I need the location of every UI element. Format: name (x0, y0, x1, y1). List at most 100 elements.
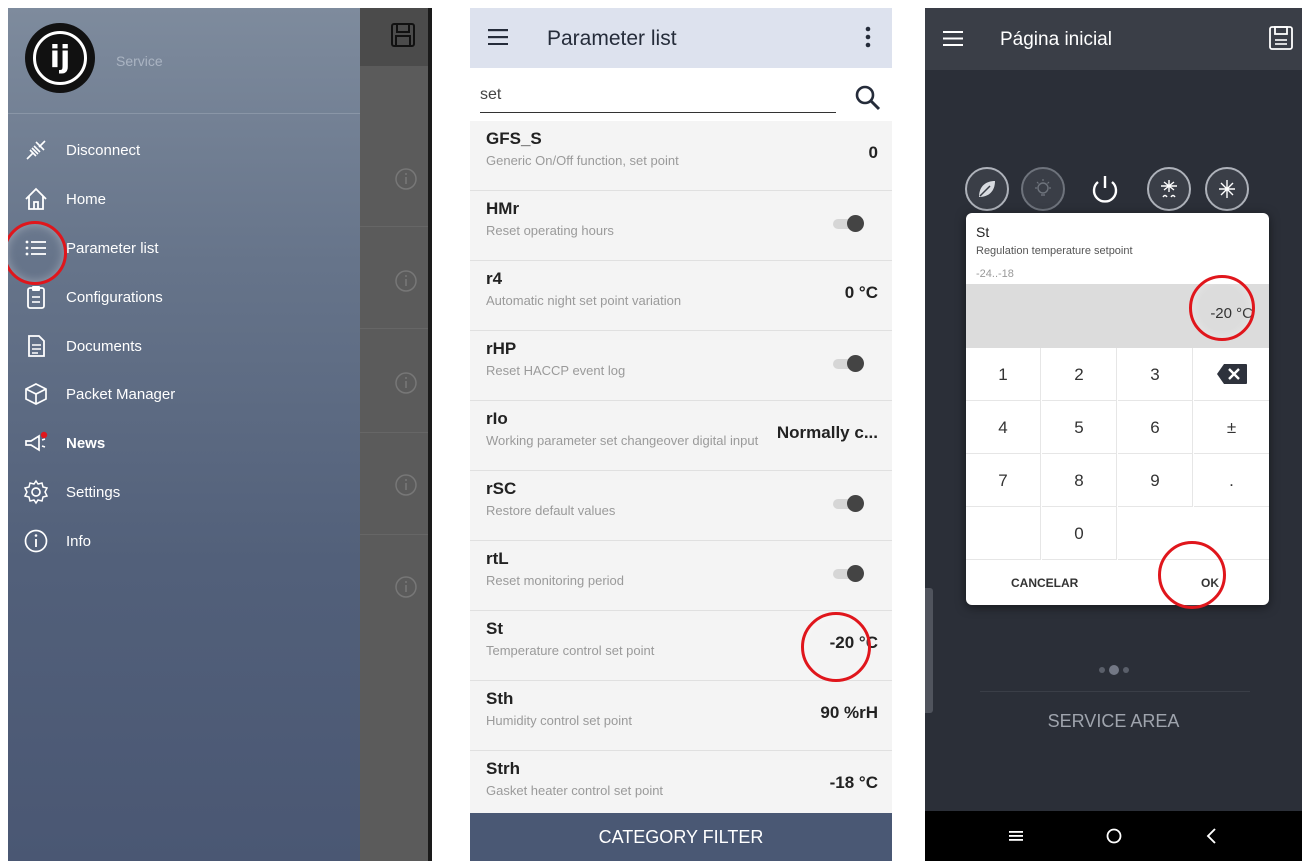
parameter-row-gfs-s[interactable]: GFS_S Generic On/Off function, set point… (470, 121, 892, 191)
search-field[interactable] (480, 86, 836, 113)
page-title: Página inicial (1000, 29, 1112, 50)
menu-item-news[interactable]: News (8, 424, 360, 464)
info-icon (395, 270, 417, 292)
parameter-code: GFS_S (486, 129, 542, 148)
document-icon (28, 335, 45, 357)
parameter-description: Reset monitoring period (486, 573, 625, 588)
parameter-description: Generic On/Off function, set point (486, 153, 679, 168)
numeric-keypad: 1 2 3 4 5 6 ± 7 8 9 . 0 (966, 348, 1269, 560)
menu-item-label: Home (66, 191, 107, 208)
menu-item-disconnect[interactable]: Disconnect (8, 131, 360, 171)
menu-item-packet-manager[interactable]: Packet Manager (8, 375, 360, 415)
back-icon[interactable] (1199, 823, 1225, 849)
page-dot-active (1109, 665, 1119, 675)
key-5[interactable]: 5 (1042, 401, 1117, 454)
hamburger-menu-icon[interactable] (488, 29, 508, 45)
parameter-row-rio[interactable]: rIo Working parameter set changeover dig… (470, 401, 892, 471)
home-nav-icon[interactable] (1101, 823, 1127, 849)
menu-item-label: Parameter list (66, 240, 159, 257)
key-8[interactable]: 8 (1042, 454, 1117, 507)
parameter-description: Working parameter set changeover digital… (486, 433, 759, 448)
category-filter-button[interactable]: CATEGORY FILTER (470, 813, 892, 861)
menu-item-documents[interactable]: Documents (8, 327, 360, 367)
menu-item-configurations[interactable]: Configurations (8, 278, 360, 318)
navigation-drawer-screen: ij Service Disconnect Home Parameter lis… (8, 8, 432, 861)
cancel-button[interactable]: CANCELAR (1011, 576, 1078, 590)
parameter-code: rSC (486, 479, 517, 498)
info-icon (395, 474, 417, 496)
parameter-code: Strh (486, 759, 520, 778)
toggle-switch[interactable] (830, 565, 864, 583)
parameter-row-strh[interactable]: Strh Gasket heater control set point -18… (470, 751, 892, 821)
service-area-button[interactable]: SERVICE AREA (925, 711, 1302, 732)
page-dot (1123, 667, 1129, 673)
brand-logo: ij (25, 23, 95, 93)
save-icon[interactable] (1268, 25, 1294, 51)
parameter-row-rsc[interactable]: rSC Restore default values (470, 471, 892, 541)
search-input[interactable] (480, 86, 836, 104)
highlight-circle (801, 612, 871, 682)
highlight-circle (1158, 541, 1226, 609)
toggle-switch[interactable] (830, 355, 864, 373)
key-9[interactable]: 9 (1118, 454, 1193, 507)
key-decimal[interactable]: . (1194, 454, 1269, 507)
key-7[interactable]: 7 (966, 454, 1041, 507)
lightbulb-icon[interactable] (1021, 167, 1065, 211)
navigation-drawer: ij Service Disconnect Home Parameter lis… (8, 8, 360, 861)
key-3[interactable]: 3 (1118, 348, 1193, 401)
key-plus-minus[interactable]: ± (1194, 401, 1269, 454)
power-icon[interactable] (1081, 165, 1129, 213)
key-4[interactable]: 4 (966, 401, 1041, 454)
dialog-parameter-description: Regulation temperature setpoint (976, 245, 1133, 257)
parameter-row-sth[interactable]: Sth Humidity control set point 90 %rH (470, 681, 892, 751)
gear-icon (23, 479, 49, 505)
parameter-list-screen: Parameter list GFS_S Generic On/Off func… (470, 8, 892, 861)
dialog-parameter-name: St (976, 224, 990, 240)
app-bar: Parameter list (470, 8, 892, 68)
parameter-code: rIo (486, 409, 508, 428)
toggle-switch[interactable] (830, 215, 864, 233)
save-icon[interactable] (390, 22, 416, 48)
key-6[interactable]: 6 (1118, 401, 1193, 454)
parameter-code: rtL (486, 549, 509, 568)
snowflake-icon[interactable] (1205, 167, 1249, 211)
category-filter-label: CATEGORY FILTER (598, 827, 764, 847)
key-2[interactable]: 2 (1042, 348, 1117, 401)
more-options-icon[interactable] (865, 26, 871, 48)
menu-item-info[interactable]: Info (8, 522, 360, 562)
panel-divider (428, 8, 432, 861)
parameter-value: Normally c... (776, 423, 878, 442)
parameter-value: 0 °C (844, 283, 878, 302)
side-handle[interactable] (925, 588, 933, 713)
parameter-value: -18 °C (829, 773, 878, 792)
defrost-icon[interactable] (1147, 167, 1191, 211)
menu-item-settings[interactable]: Settings (8, 473, 360, 513)
search-icon[interactable] (854, 84, 882, 112)
leaf-icon[interactable] (965, 167, 1009, 211)
divider (980, 691, 1250, 692)
backspace-key[interactable] (1194, 348, 1269, 401)
parameter-row-hmr[interactable]: HMr Reset operating hours (470, 191, 892, 261)
hamburger-menu-icon[interactable] (943, 31, 963, 46)
parameter-row-rhp[interactable]: rHP Reset HACCP event log (470, 331, 892, 401)
menu-item-label: Configurations (66, 289, 163, 306)
megaphone-icon (25, 431, 48, 452)
parameter-description: Reset operating hours (486, 223, 614, 238)
parameter-code: r4 (486, 269, 503, 288)
key-0[interactable]: 0 (1042, 507, 1117, 560)
parameter-value: 90 %rH (820, 703, 878, 722)
drawer-header: ij Service (8, 8, 360, 114)
parameter-row-r4[interactable]: r4 Automatic night set point variation 0… (470, 261, 892, 331)
key-empty (966, 507, 1041, 560)
key-1[interactable]: 1 (966, 348, 1041, 401)
info-icon (24, 529, 48, 553)
parameter-description: Gasket heater control set point (486, 783, 664, 798)
menu-item-home[interactable]: Home (8, 180, 360, 220)
parameter-code: Sth (486, 689, 514, 708)
drawer-scrim[interactable] (360, 8, 428, 861)
menu-item-label: Documents (66, 338, 142, 355)
toggle-switch[interactable] (830, 495, 864, 513)
recent-apps-icon[interactable] (1003, 823, 1029, 849)
app-bar: Página inicial (925, 8, 1302, 70)
parameter-row-rtl[interactable]: rtL Reset monitoring period (470, 541, 892, 611)
